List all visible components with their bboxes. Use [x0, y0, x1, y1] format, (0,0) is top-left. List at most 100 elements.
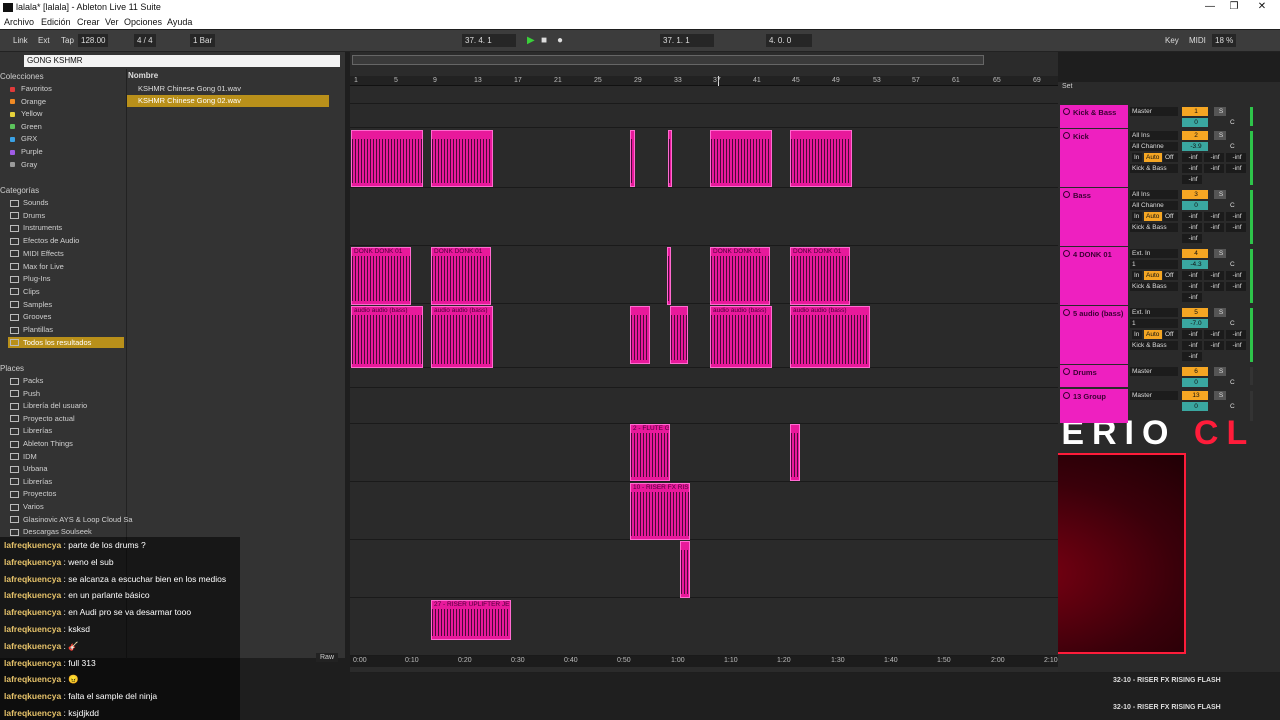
- quantize-select[interactable]: 1 Bar: [190, 34, 216, 47]
- raw-toggle[interactable]: Raw: [316, 653, 339, 662]
- category-item[interactable]: MIDI Effects: [10, 248, 64, 259]
- search-input[interactable]: GONG KSHMR: [24, 55, 340, 67]
- track-output-route[interactable]: Kick & Bass: [1130, 223, 1178, 232]
- track-volume[interactable]: 0: [1182, 201, 1208, 210]
- track-output-route[interactable]: Kick & Bass: [1130, 164, 1178, 173]
- fold-icon[interactable]: [1063, 368, 1070, 375]
- track-volume[interactable]: 0: [1182, 402, 1208, 411]
- fold-icon[interactable]: [1063, 250, 1070, 257]
- audio-clip[interactable]: 10 - RISER FX RISI: [630, 483, 690, 540]
- category-item[interactable]: Sounds: [10, 197, 48, 208]
- audio-clip[interactable]: [668, 130, 672, 187]
- monitor-off[interactable]: Off: [1163, 271, 1178, 280]
- file-row-selected[interactable]: KSHMR Chinese Gong 02.wav: [127, 95, 329, 107]
- solo-button[interactable]: S: [1214, 190, 1226, 199]
- collection-item[interactable]: GRX: [10, 133, 37, 144]
- track-number[interactable]: 2: [1182, 131, 1208, 140]
- track-header[interactable]: 13 Group: [1060, 389, 1128, 423]
- audio-clip[interactable]: [431, 130, 493, 187]
- record-icon[interactable]: ●: [554, 34, 566, 47]
- track-header[interactable]: Drums: [1060, 365, 1128, 387]
- track-lane[interactable]: [350, 540, 1058, 598]
- audio-clip[interactable]: [670, 306, 688, 364]
- file-row[interactable]: KSHMR Chinese Gong 01.wav: [138, 83, 340, 95]
- track-input-route[interactable]: Master: [1130, 391, 1178, 400]
- loop-length[interactable]: 4. 0. 0: [766, 34, 812, 47]
- monitor-in[interactable]: In: [1132, 271, 1142, 280]
- track-header[interactable]: Bass: [1060, 188, 1128, 246]
- audio-clip[interactable]: DONK DONK 01: [710, 247, 770, 305]
- track-number[interactable]: 4: [1182, 249, 1208, 258]
- category-item[interactable]: Clips: [10, 286, 40, 297]
- category-item[interactable]: Plug-Ins: [10, 273, 51, 284]
- places-item[interactable]: Librerías: [10, 425, 52, 436]
- close-button[interactable]: ✕: [1252, 1, 1272, 12]
- fold-icon[interactable]: [1063, 392, 1070, 399]
- collection-item[interactable]: Green: [10, 121, 42, 132]
- track-header[interactable]: Kick: [1060, 129, 1128, 187]
- audio-clip[interactable]: [710, 130, 772, 187]
- monitor-off[interactable]: Off: [1163, 153, 1178, 162]
- places-item[interactable]: Proyecto actual: [10, 413, 75, 424]
- places-item[interactable]: Librería del usuario: [10, 400, 87, 411]
- category-item[interactable]: Max for Live: [10, 261, 64, 272]
- track-number[interactable]: 13: [1182, 391, 1208, 400]
- audio-clip[interactable]: [630, 130, 635, 187]
- collection-item[interactable]: Orange: [10, 96, 46, 107]
- link-button[interactable]: Link: [10, 34, 31, 47]
- tap-button[interactable]: Tap: [58, 34, 77, 47]
- track-header[interactable]: Kick & Bass: [1060, 105, 1128, 128]
- audio-clip[interactable]: [790, 424, 800, 481]
- track-output-route[interactable]: Kick & Bass: [1130, 341, 1178, 350]
- audio-clip[interactable]: audio audio (bass): [351, 306, 423, 368]
- fold-icon[interactable]: [1063, 191, 1070, 198]
- audio-clip[interactable]: DONK DONK 01: [790, 247, 850, 305]
- category-item[interactable]: Plantillas: [10, 324, 53, 335]
- track-header[interactable]: 4 DONK 01: [1060, 247, 1128, 305]
- collection-item[interactable]: Gray: [10, 159, 37, 170]
- audio-clip[interactable]: [680, 541, 690, 598]
- audio-clip[interactable]: 27 - RISER UPLIFTER JET: [431, 600, 511, 640]
- menu-ver[interactable]: Ver: [105, 17, 119, 27]
- track-input-route[interactable]: All Ins: [1130, 131, 1178, 140]
- fold-icon[interactable]: [1063, 309, 1070, 316]
- places-item[interactable]: Ableton Things: [10, 438, 73, 449]
- monitor-in[interactable]: In: [1132, 330, 1142, 339]
- track-input-route[interactable]: All Ins: [1130, 190, 1178, 199]
- track-volume[interactable]: -4.3: [1182, 260, 1208, 269]
- places-item[interactable]: Glasinovic AYS & Loop Cloud Sa: [10, 514, 133, 525]
- track-volume[interactable]: 0: [1182, 118, 1208, 127]
- arrangement-position[interactable]: 37. 4. 1: [462, 34, 516, 47]
- places-item[interactable]: IDM: [10, 451, 37, 462]
- collection-item[interactable]: Purple: [10, 146, 43, 157]
- category-item[interactable]: Grooves: [10, 311, 51, 322]
- menu-crear[interactable]: Crear: [77, 17, 100, 27]
- audio-clip[interactable]: 2 - FLUTE GI: [630, 424, 670, 481]
- track-lane[interactable]: [350, 368, 1058, 388]
- monitor-in[interactable]: In: [1132, 153, 1142, 162]
- category-item[interactable]: Efectos de Audio: [10, 235, 79, 246]
- monitor-auto[interactable]: Auto: [1144, 153, 1162, 162]
- audio-clip[interactable]: [351, 130, 423, 187]
- track-lane[interactable]: [350, 188, 1058, 246]
- monitor-auto[interactable]: Auto: [1144, 330, 1162, 339]
- monitor-in[interactable]: In: [1132, 212, 1142, 221]
- track-lane[interactable]: [350, 86, 1058, 104]
- track-input-channel[interactable]: All Channe: [1130, 201, 1178, 210]
- track-input-channel[interactable]: All Channe: [1130, 142, 1178, 151]
- category-item[interactable]: Drums: [10, 210, 45, 221]
- places-item[interactable]: Urbana: [10, 463, 48, 474]
- places-item[interactable]: Push: [10, 388, 40, 399]
- menu-edicion[interactable]: Edición: [41, 17, 71, 27]
- track-output-route[interactable]: Kick & Bass: [1130, 282, 1178, 291]
- audio-clip[interactable]: audio audio (bass): [431, 306, 493, 368]
- ext-button[interactable]: Ext: [35, 34, 53, 47]
- category-item[interactable]: Samples: [10, 299, 52, 310]
- track-lane[interactable]: [350, 482, 1058, 540]
- solo-button[interactable]: S: [1214, 367, 1226, 376]
- menu-opciones[interactable]: Opciones: [124, 17, 162, 27]
- places-item[interactable]: Librerías: [10, 476, 52, 487]
- midi-map-button[interactable]: MIDI: [1186, 34, 1209, 47]
- solo-button[interactable]: S: [1214, 249, 1226, 258]
- menu-ayuda[interactable]: Ayuda: [167, 17, 192, 27]
